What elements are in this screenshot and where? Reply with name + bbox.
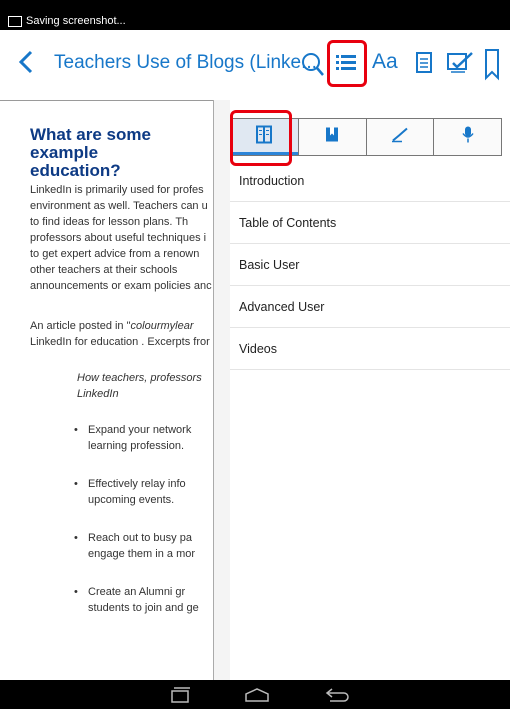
annotations-tab-icon bbox=[391, 127, 409, 148]
audio-tab[interactable] bbox=[434, 119, 501, 155]
bookmarks-tab-icon bbox=[325, 127, 339, 148]
list-item: • Reach out to busy pa engage them in a … bbox=[74, 530, 196, 562]
list-item: • Effectively relay info upcoming events… bbox=[74, 476, 186, 508]
list-item-line: Reach out to busy pa bbox=[88, 532, 192, 544]
list-item-line: students to join and ge bbox=[88, 602, 199, 614]
list-item-line: engage them in a mor bbox=[88, 548, 196, 560]
list-item-line: Effectively relay info bbox=[88, 478, 186, 490]
annotate-icon[interactable] bbox=[445, 48, 475, 80]
article-heading: What are some example education? bbox=[30, 126, 220, 180]
bullet-icon: • bbox=[74, 424, 78, 436]
list-item: • Expand your network learning professio… bbox=[74, 422, 192, 454]
article-text-line: to get expert advice from a renown bbox=[30, 248, 200, 260]
bullet-icon: • bbox=[74, 478, 78, 490]
article-text-line: to find ideas for lesson plans. Th bbox=[30, 216, 189, 228]
font-size-icon[interactable]: Aa bbox=[372, 50, 398, 82]
status-bar: Saving screenshot... bbox=[0, 0, 510, 30]
action-bar: Teachers Use of Blogs (Linke... Aa bbox=[0, 30, 510, 101]
bullet-icon: • bbox=[74, 532, 78, 544]
back-nav-icon[interactable] bbox=[324, 686, 352, 709]
list-item-line: upcoming events. bbox=[88, 494, 175, 506]
system-nav-bar bbox=[0, 680, 510, 709]
app-screen: Teachers Use of Blogs (Linke... Aa What … bbox=[0, 30, 510, 680]
search-icon[interactable] bbox=[301, 48, 325, 80]
toc-item-introduction[interactable]: Introduction bbox=[230, 160, 510, 202]
quote-line: LinkedIn bbox=[77, 388, 119, 400]
list-item: • Create an Alumni gr students to join a… bbox=[74, 584, 199, 616]
highlight-toc-button bbox=[327, 40, 367, 87]
book-title: Teachers Use of Blogs (Linke... bbox=[54, 52, 317, 73]
recent-apps-icon[interactable] bbox=[168, 686, 192, 709]
status-notification: Saving screenshot... bbox=[26, 15, 126, 27]
list-item-line: Create an Alumni gr bbox=[88, 586, 186, 598]
article-text-line: LinkedIn is primarily used for profes bbox=[30, 184, 204, 196]
toc-item-advanced-user[interactable]: Advanced User bbox=[230, 286, 510, 328]
toc-panel: Introduction Table of Contents Basic Use… bbox=[213, 100, 510, 680]
audio-tab-icon bbox=[462, 126, 474, 149]
article-heading-line: education? bbox=[30, 161, 121, 180]
screenshot-icon bbox=[8, 16, 22, 27]
bookmarks-tab[interactable] bbox=[299, 119, 367, 155]
article-text-line: other teachers at their schools bbox=[30, 264, 178, 276]
toc-item-table-of-contents[interactable]: Table of Contents bbox=[230, 202, 510, 244]
article-text-line: environment as well. Teachers can u bbox=[30, 200, 208, 212]
bullet-icon: • bbox=[74, 586, 78, 598]
list-item-line: Expand your network bbox=[88, 424, 192, 436]
quote-line: How teachers, professors bbox=[77, 372, 202, 384]
notes-icon[interactable] bbox=[414, 48, 434, 80]
article-text-prefix: An article posted in " bbox=[30, 320, 131, 332]
toc-item-videos[interactable]: Videos bbox=[230, 328, 510, 370]
home-icon[interactable] bbox=[243, 686, 271, 709]
toc-item-basic-user[interactable]: Basic User bbox=[230, 244, 510, 286]
annotations-tab[interactable] bbox=[367, 119, 435, 155]
list-item-line: learning profession. bbox=[88, 440, 185, 452]
back-icon[interactable] bbox=[18, 50, 34, 80]
bookmark-icon[interactable] bbox=[484, 48, 500, 81]
article-heading-line: What are some example bbox=[30, 125, 151, 162]
article-source: colourmylear bbox=[130, 320, 194, 332]
highlight-toc-tab bbox=[230, 110, 292, 166]
article-text-line: professors about useful techniques i bbox=[30, 232, 207, 244]
article-text-line: An article posted in "colourmylear bbox=[30, 318, 193, 334]
article-text-line: LinkedIn for education . Excerpts fror bbox=[30, 336, 210, 348]
article-text-line: announcements or exam policies anc bbox=[30, 280, 212, 292]
toc-list: Introduction Table of Contents Basic Use… bbox=[230, 160, 510, 370]
